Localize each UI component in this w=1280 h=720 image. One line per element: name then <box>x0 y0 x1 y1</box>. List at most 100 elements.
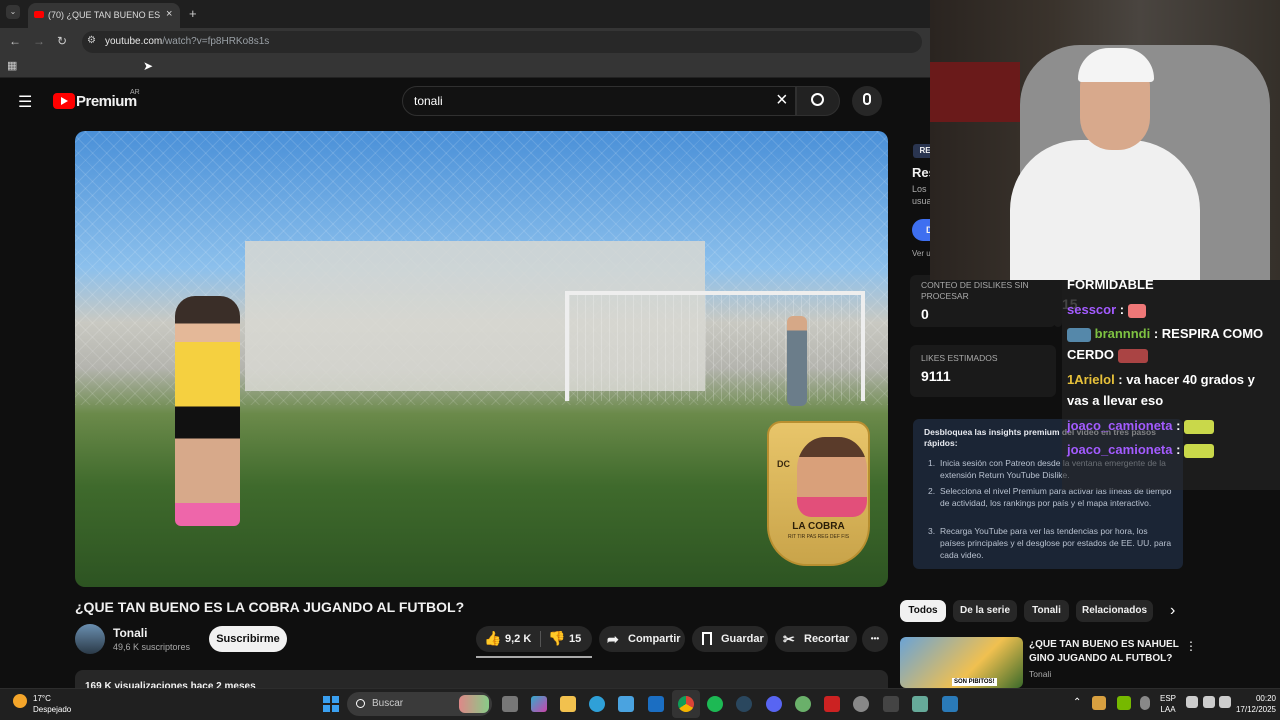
raw-dislikes-label: CONTEO DE DISLIKES SIN PROCESAR <box>921 280 1029 301</box>
clock-time[interactable]: 00:20 <box>1236 694 1276 704</box>
chip-tonali[interactable]: Tonali <box>1024 600 1069 622</box>
chip-de-la-serie[interactable]: De la serie <box>953 600 1017 622</box>
store-icon[interactable] <box>618 696 634 712</box>
chat-emote <box>1117 348 1148 363</box>
youtube-logo[interactable] <box>53 93 75 109</box>
apps-grid-icon[interactable]: ▦ <box>7 59 17 72</box>
browser-tab[interactable]: (70) ¿QUE TAN BUENO ES LA COBRA JUGANDO … <box>28 3 180 28</box>
share-label: Compartir <box>628 633 681 645</box>
language-code[interactable]: ESP <box>1158 694 1178 704</box>
menu-hamburger-icon[interactable]: ☰ <box>18 92 32 112</box>
app-figure-icon[interactable] <box>912 696 928 712</box>
clock-date[interactable]: 17/12/2025 <box>1222 705 1276 715</box>
like-button[interactable]: 👍 9,2 K <box>476 626 540 652</box>
tray-mic-icon[interactable] <box>1140 696 1150 710</box>
file-explorer-icon[interactable] <box>560 696 576 712</box>
taskbar-search-placeholder: Buscar <box>372 698 404 709</box>
steam-icon[interactable] <box>736 696 752 712</box>
chips-next-icon[interactable]: › <box>1170 602 1175 620</box>
tab-close-icon[interactable]: × <box>166 8 172 20</box>
recommended-channel[interactable]: Tonali <box>1029 669 1051 679</box>
network-icon[interactable] <box>1186 696 1198 708</box>
taskbar-search[interactable]: Buscar <box>347 692 492 716</box>
voice-search-button[interactable] <box>852 86 882 116</box>
chrome-icon[interactable] <box>678 696 694 712</box>
channel-avatar[interactable] <box>75 624 105 654</box>
webcam-overlay <box>930 0 1280 280</box>
start-windows-icon[interactable] <box>323 696 339 712</box>
tray-nvidia-icon[interactable] <box>1117 696 1131 710</box>
search-input[interactable]: tonali <box>414 94 443 108</box>
edge-icon[interactable] <box>589 696 605 712</box>
save-button[interactable]: Guardar <box>692 626 768 652</box>
ryd-sub2: usua <box>912 196 932 206</box>
share-icon: ➦ <box>607 631 619 647</box>
dislike-button[interactable]: 👎 15 <box>541 626 592 652</box>
chat-user: brannndi <box>1094 326 1151 341</box>
chat-line: sesscor : <box>1067 299 1275 320</box>
clear-search-icon[interactable]: × <box>776 89 788 112</box>
youtube-premium-label[interactable]: Premium <box>76 93 137 110</box>
url-host: youtube.com <box>105 36 163 47</box>
spotify-icon[interactable] <box>707 696 723 712</box>
chat-line: 1Arielol : va hacer 40 grados y vas a ll… <box>1067 369 1275 411</box>
search-button[interactable] <box>796 86 840 116</box>
app-screen-icon[interactable] <box>942 696 958 712</box>
chat-user: sesscor <box>1067 302 1117 317</box>
recommended-thumbnail[interactable]: SON PIBITOS! <box>900 637 1023 688</box>
url-text[interactable]: youtube.com/watch?v=fp8HRKo8s1s <box>105 36 269 47</box>
card-stats: RIT TIR PAS REG DEF FIS <box>787 534 850 540</box>
reload-icon[interactable]: ↻ <box>57 34 67 48</box>
raw-dislikes-value: 0 <box>921 306 929 322</box>
weather-icon[interactable] <box>13 694 27 708</box>
share-button[interactable]: ➦ Compartir <box>599 626 685 652</box>
volume-icon[interactable] <box>1203 696 1215 708</box>
app-clock-icon[interactable] <box>853 696 869 712</box>
app-arrow-icon[interactable] <box>883 696 899 712</box>
site-info-icon[interactable]: ⚙ <box>87 35 96 46</box>
tab-list-icon[interactable]: ⌄ <box>6 5 20 19</box>
discord-icon[interactable] <box>766 696 782 712</box>
scissors-icon: ✂ <box>783 631 795 647</box>
keyboard-layout[interactable]: LAA <box>1158 705 1178 715</box>
search-highlight-icon <box>459 695 489 713</box>
more-actions-button[interactable]: ••• <box>862 626 888 652</box>
like-count: 9,2 K <box>505 633 532 645</box>
clip-button[interactable]: ✂ Recortar <box>775 626 857 652</box>
outlook-icon[interactable] <box>648 696 664 712</box>
channel-name[interactable]: Tonali <box>113 626 147 640</box>
app-triangle-icon[interactable] <box>795 696 811 712</box>
step-number: 1. <box>928 458 936 468</box>
player-foreground <box>175 296 240 526</box>
youtube-favicon-icon <box>34 11 44 18</box>
card-position: DC <box>777 459 790 469</box>
app-red-icon[interactable] <box>824 696 840 712</box>
like-ratio-bar <box>476 656 592 658</box>
video-player[interactable]: DC LA COBRA RIT TIR PAS REG DEF FIS <box>75 131 888 587</box>
tray-app-icon[interactable] <box>1092 696 1106 710</box>
new-tab-icon[interactable]: + <box>189 6 197 21</box>
country-code: AR <box>130 89 140 96</box>
card-name: LA COBRA <box>792 521 845 532</box>
step-text: Recarga YouTube para ver las tendencias … <box>940 526 1172 560</box>
copilot-icon[interactable] <box>531 696 547 712</box>
chat-user: joaco_camioneta <box>1067 418 1173 433</box>
weather-temp[interactable]: 17°C <box>33 694 51 704</box>
url-path: /watch?v=fp8HRKo8s1s <box>162 36 270 47</box>
subscribe-button[interactable]: Suscribirme <box>209 626 287 652</box>
recommended-title[interactable]: ¿QUE TAN BUENO ES NAHUEL GINO JUGANDO AL… <box>1029 638 1179 666</box>
weather-text[interactable]: Despejado <box>33 705 71 715</box>
task-view-icon[interactable] <box>502 696 518 712</box>
tray-chevron-icon[interactable]: ⌃ <box>1073 697 1081 708</box>
chip-todos[interactable]: Todos <box>900 600 946 622</box>
ryd-link[interactable]: Ver u <box>912 249 931 258</box>
chip-relacionados[interactable]: Relacionados <box>1076 600 1153 622</box>
forward-icon[interactable]: → <box>33 34 45 48</box>
microphone-icon <box>863 93 871 105</box>
subscriber-count: 49,6 K suscriptores <box>113 642 191 652</box>
search-box[interactable] <box>402 86 796 116</box>
back-icon[interactable]: ← <box>9 34 21 48</box>
chat-text: : <box>1116 302 1125 317</box>
recommended-menu-icon[interactable]: ⋮ <box>1185 639 1197 653</box>
step-number: 3. <box>928 526 936 536</box>
